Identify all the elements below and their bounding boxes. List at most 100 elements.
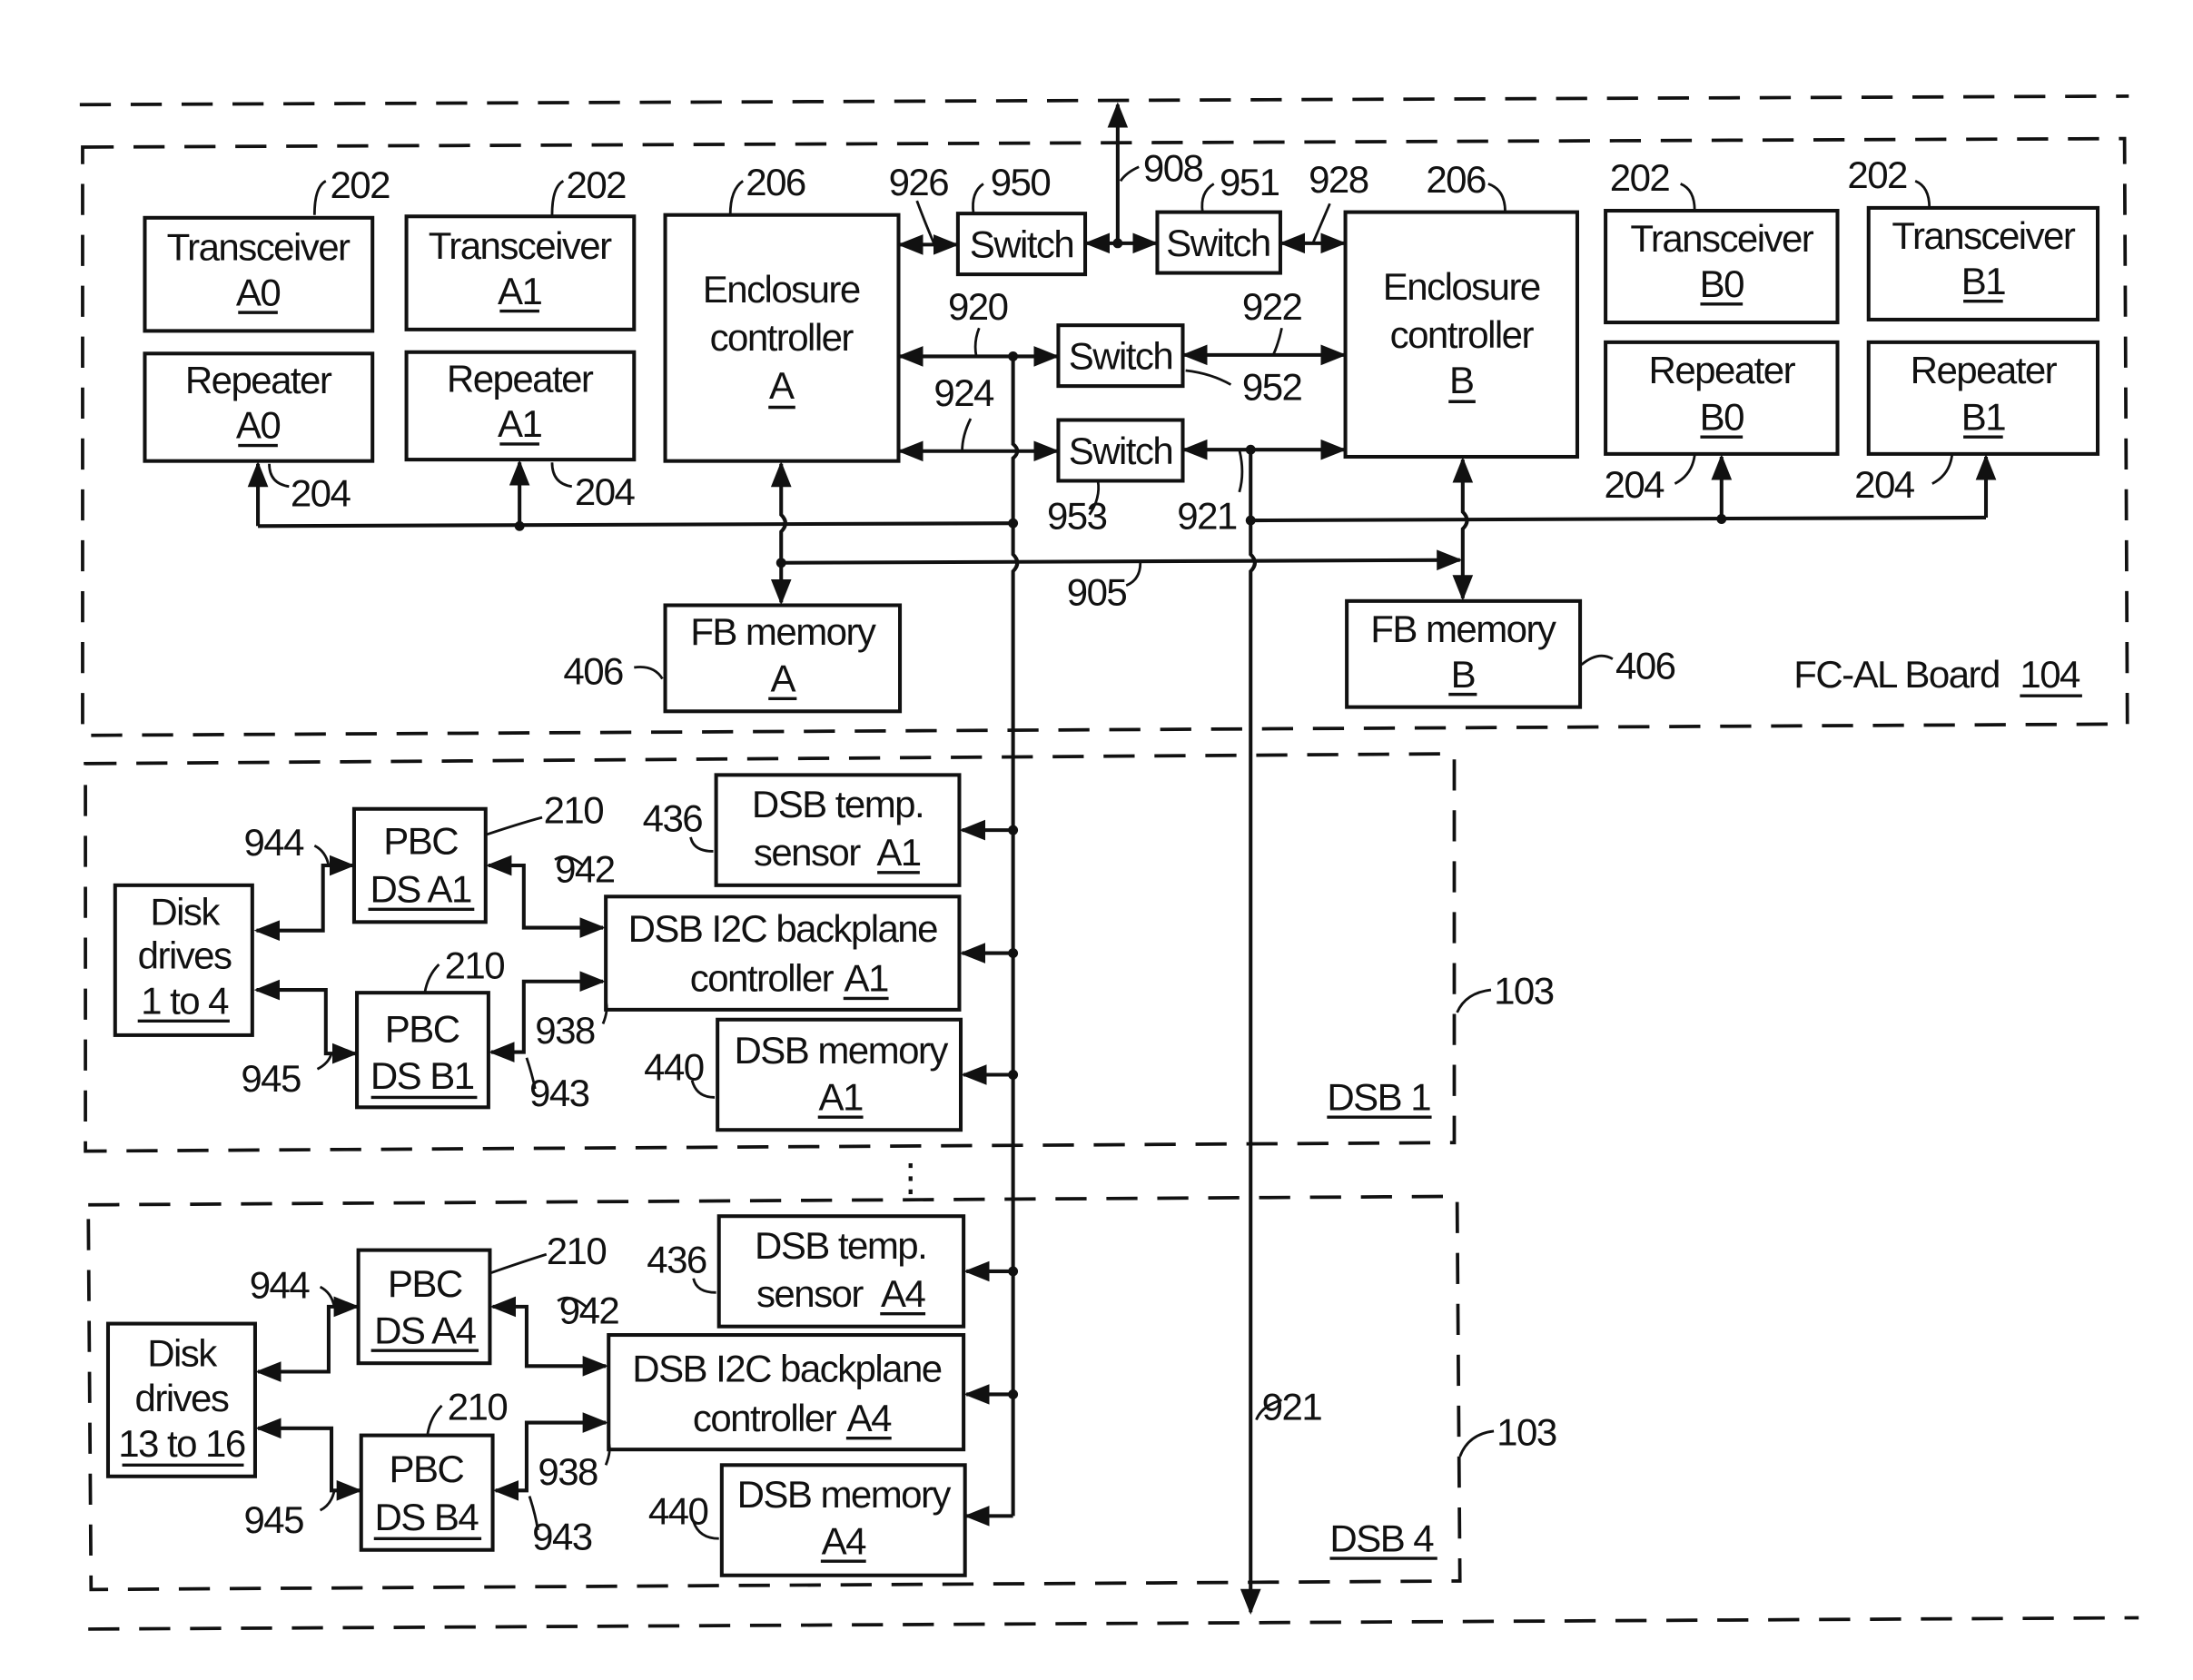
dsb-i2c-controller-block: DSB I2C backplane controller A4: [607, 1333, 966, 1452]
block-title: Repeater: [1649, 349, 1796, 391]
dsb-label: DSB 1: [1327, 1075, 1430, 1118]
block-id: A4: [847, 1397, 892, 1439]
block-title: FB memory: [690, 610, 876, 653]
block-id: B: [1449, 359, 1473, 401]
fc-al-board-diagram: Transceiver A0 Transceiver A1 Repeater A…: [79, 94, 2139, 1631]
block-title: controller: [710, 316, 854, 359]
block-title: drives: [135, 1377, 229, 1419]
block-title: controller: [1390, 313, 1535, 356]
pbc-ds-a-block: PBC DS A1: [351, 806, 488, 924]
block-title: Switch: [970, 222, 1073, 265]
switch-950-block: Switch: [955, 212, 1088, 277]
block-id: A1: [876, 831, 920, 874]
block-title: Disk: [150, 890, 221, 933]
ref-202: 202: [1610, 156, 1670, 199]
block-title: DSB temp.: [755, 1224, 926, 1267]
block-title: Repeater: [1911, 349, 2058, 391]
block-id: A0: [236, 271, 280, 313]
block-title: Transceiver: [429, 224, 612, 267]
ref-922: 922: [1242, 285, 1302, 328]
ref-942: 942: [559, 1290, 619, 1332]
ref-905: 905: [1067, 570, 1127, 613]
block-id: A: [769, 364, 795, 407]
ref-938: 938: [535, 1009, 595, 1052]
switch-951-block: Switch: [1155, 210, 1282, 275]
fb-memory-b-block: FB memory B: [1345, 598, 1583, 709]
ref-210: 210: [544, 788, 604, 831]
block-title: DSB temp.: [752, 783, 924, 825]
disk-drives-block: Disk drives 13 to 16: [105, 1321, 257, 1478]
system-boundary-top: [79, 94, 2129, 107]
switch-953-block: Switch: [1056, 418, 1185, 483]
block-id: B: [1451, 653, 1475, 696]
system-boundary-bottom: [88, 1616, 2139, 1631]
ref-204: 204: [291, 471, 351, 514]
ref-951: 951: [1220, 161, 1279, 203]
block-id: A1: [818, 1075, 862, 1118]
block-id: A4: [822, 1519, 866, 1562]
block-id: A1: [845, 957, 888, 1000]
ref-436: 436: [643, 797, 703, 840]
block-title: Transceiver: [1630, 217, 1813, 260]
ref-921: 921: [1262, 1385, 1322, 1428]
ref-406: 406: [1615, 644, 1675, 687]
block-id: B0: [1700, 262, 1744, 305]
block-title: Enclosure: [703, 268, 860, 311]
ref-436: 436: [647, 1239, 706, 1281]
dsb-4: Disk drives 13 to 16 PBC DS A4 PBC DS B4…: [105, 1214, 1557, 1577]
ref-908: 908: [1143, 146, 1203, 189]
block-title: Switch: [1069, 334, 1172, 377]
dsb-label: DSB 4: [1329, 1517, 1434, 1559]
block-title: controller: [693, 1397, 837, 1439]
ref-945: 945: [241, 1057, 301, 1100]
block-id: A: [771, 657, 796, 699]
ref-943: 943: [532, 1516, 592, 1558]
ref-944: 944: [243, 821, 304, 864]
ref-928: 928: [1309, 158, 1368, 201]
dsb-i2c-controller-block: DSB I2C backplane controller A1: [604, 894, 962, 1012]
board-name: FC-AL Board: [1793, 653, 2000, 696]
block-title: drives: [138, 934, 232, 977]
repeater-a0-block: Repeater A0: [143, 351, 375, 463]
ref-204: 204: [575, 470, 636, 513]
ref-206: 206: [1426, 158, 1486, 201]
transceiver-b0-block: Transceiver B0: [1604, 209, 1840, 325]
block-id: DS A1: [370, 868, 471, 911]
block-title: PBC: [388, 1262, 462, 1305]
ref-202: 202: [567, 163, 627, 206]
block-title: DSB memory: [734, 1029, 948, 1072]
block-id: 13 to 16: [118, 1422, 245, 1465]
pbc-ds-a-block: PBC DS A4: [356, 1248, 492, 1366]
enclosure-controller-a-block: Enclosure controller A: [663, 212, 901, 463]
ref-202: 202: [1847, 153, 1907, 196]
dsb-temp-sensor-block: DSB temp. sensor A4: [716, 1214, 966, 1329]
ref-210: 210: [547, 1230, 607, 1272]
block-title: PBC: [385, 1008, 459, 1051]
ref-406: 406: [563, 650, 623, 693]
block-id: DS A4: [374, 1309, 477, 1351]
disk-drives-block: Disk drives 1 to 4: [113, 883, 254, 1037]
ref-938: 938: [538, 1450, 598, 1493]
ref-920: 920: [948, 285, 1008, 328]
repeater-b1-block: Repeater B1: [1866, 340, 2100, 456]
block-id: A1: [498, 270, 541, 312]
block-title: Transceiver: [1892, 214, 2075, 257]
block-id: A1: [498, 402, 541, 445]
dsb-ellipsis: ⋮: [892, 1156, 928, 1199]
block-id: A0: [236, 404, 280, 447]
block-title: DSB I2C backplane: [628, 907, 938, 950]
dsb-temp-sensor-block: DSB temp. sensor A1: [714, 773, 962, 887]
block-id: 1 to 4: [141, 980, 229, 1023]
ref-440: 440: [648, 1490, 708, 1533]
ref-924: 924: [934, 371, 994, 414]
board-ref: 104: [2020, 653, 2080, 696]
ref-943: 943: [529, 1072, 589, 1114]
ref-942: 942: [555, 848, 615, 891]
block-title: PBC: [383, 820, 458, 863]
board-label: FC-AL Board 104: [1793, 653, 2082, 697]
block-title: sensor: [756, 1272, 864, 1315]
ref-210: 210: [448, 1385, 508, 1428]
block-id: DS B1: [370, 1054, 474, 1097]
block-title: Enclosure: [1383, 265, 1540, 308]
block-id: A4: [881, 1272, 925, 1315]
